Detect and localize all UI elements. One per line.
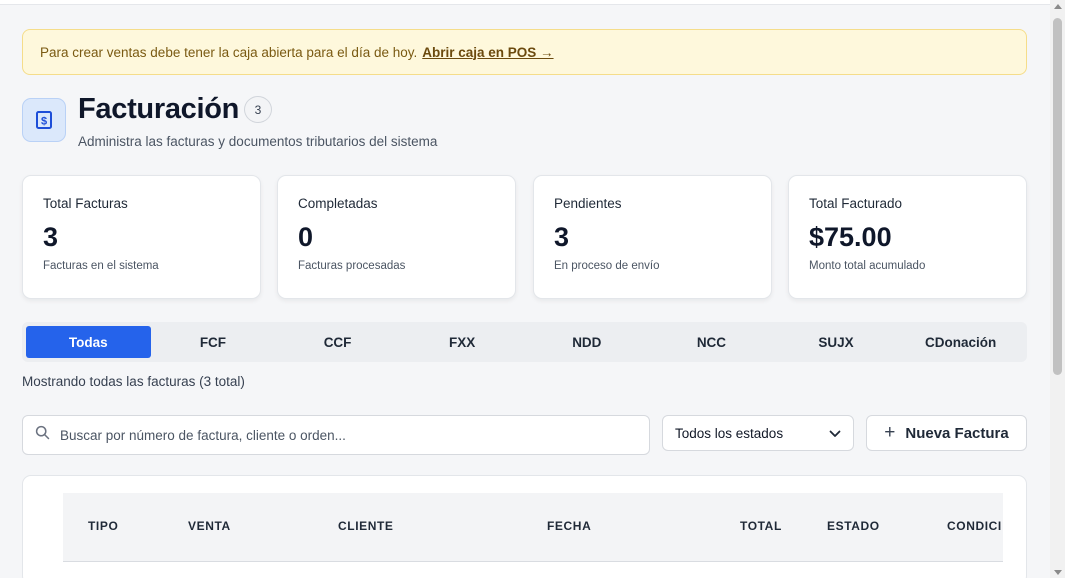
alert-message: Para crear ventas debe tener la caja abi… [40,44,418,60]
open-cash-register-link[interactable]: Abrir caja en POS → [422,45,553,60]
search-input[interactable] [60,427,620,443]
column-header-venta[interactable]: VENTA [188,519,231,533]
search-icon [35,425,50,445]
column-header-total[interactable]: TOTAL [740,519,782,533]
invoices-table: TIPO VENTA CLIENTE FECHA TOTAL ESTADO CO… [22,475,1027,578]
tab-ndd[interactable]: NDD [525,326,650,358]
new-invoice-button[interactable]: + Nueva Factura [866,415,1027,451]
tab-ccf[interactable]: CCF [275,326,400,358]
document-type-tabs: Todas FCF CCF FXX NDD NCC SUJX CDonación [22,322,1027,362]
status-filter-select[interactable]: Todos los estados [662,415,854,451]
stat-card-pending: Pendientes 3 En proceso de envío [533,175,772,299]
stat-description: Monto total acumulado [809,260,926,272]
top-bar [0,0,1050,5]
stat-label: Pendientes [554,196,622,211]
stat-value: 0 [298,222,314,252]
page-subtitle: Administra las facturas y documentos tri… [78,134,438,149]
column-header-fecha[interactable]: FECHA [547,519,591,533]
stat-label: Total Facturas [43,196,128,211]
column-header-cliente[interactable]: CLIENTE [338,519,394,533]
stat-value: 3 [43,222,59,252]
stat-description: En proceso de envío [554,260,660,272]
tab-fcf[interactable]: FCF [151,326,276,358]
plus-icon: + [884,422,896,443]
showing-count-text: Mostrando todas las facturas (3 total) [22,374,245,389]
scroll-down-arrow-icon[interactable] [1054,570,1062,575]
stat-label: Total Facturado [809,196,903,211]
dollar-receipt-icon: $ [22,98,66,142]
page-title: Facturación [78,93,240,125]
search-box [22,415,650,455]
stat-label: Completadas [298,196,378,211]
scroll-up-arrow-icon[interactable] [1054,4,1062,9]
invoice-count-badge: 3 [244,96,272,123]
tab-ncc[interactable]: NCC [649,326,774,358]
column-header-estado[interactable]: ESTADO [827,519,880,533]
tab-cdonacion[interactable]: CDonación [898,326,1023,358]
tab-fxx[interactable]: FXX [400,326,525,358]
stat-card-completed: Completadas 0 Facturas procesadas [277,175,516,299]
stat-value: $75.00 [809,222,892,252]
svg-text:$: $ [41,116,47,128]
vertical-scrollbar[interactable] [1050,0,1065,578]
table-header-row: TIPO VENTA CLIENTE FECHA TOTAL ESTADO CO… [63,493,1003,562]
tab-todas[interactable]: Todas [26,326,151,358]
column-header-tipo[interactable]: TIPO [88,519,118,533]
cash-register-alert: Para crear ventas debe tener la caja abi… [22,29,1027,75]
tab-sujx[interactable]: SUJX [774,326,899,358]
stat-card-total-billed: Total Facturado $75.00 Monto total acumu… [788,175,1027,299]
status-filter-value: Todos los estados [675,425,784,441]
scrollbar-thumb[interactable] [1053,18,1062,375]
chevron-down-icon [829,426,841,441]
stat-value: 3 [554,222,570,252]
stat-card-total-invoices: Total Facturas 3 Facturas en el sistema [22,175,261,299]
column-header-condicion[interactable]: CONDICI [947,519,1002,533]
stat-description: Facturas procesadas [298,260,406,272]
stat-description: Facturas en el sistema [43,260,159,272]
new-invoice-label: Nueva Factura [905,424,1009,442]
